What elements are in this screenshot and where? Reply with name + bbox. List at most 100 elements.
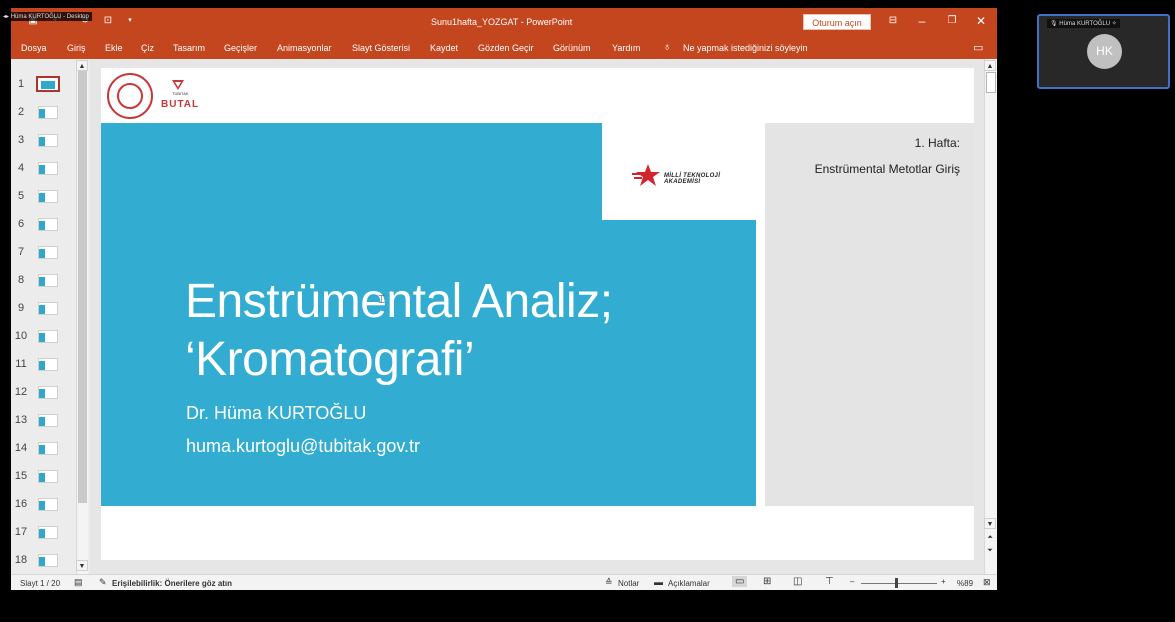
thumbnail-number: 12	[14, 386, 28, 398]
comments-icon[interactable]: ▭	[973, 41, 983, 54]
zoom-slider-track[interactable]	[861, 583, 937, 584]
tab-kaydet[interactable]: Kaydet	[430, 43, 458, 53]
thumbnail-image[interactable]	[38, 442, 58, 455]
thumbnail-item[interactable]: 4	[11, 159, 81, 179]
present-from-start-icon[interactable]: ⊡	[102, 15, 114, 27]
thumbnail-number: 7	[17, 246, 25, 258]
tab-tasarim[interactable]: Tasarım	[173, 43, 205, 53]
slide-email[interactable]: huma.kurtoglu@tubitak.gov.tr	[186, 436, 420, 457]
spell-check-icon[interactable]: ▤	[74, 577, 83, 588]
ribbon-tabs: Dosya Giriş Ekle Çiz Tasarım Geçişler An…	[11, 37, 997, 59]
slide-scroll-down-icon[interactable]: ▼	[984, 518, 996, 529]
thumbnail-image[interactable]	[38, 274, 58, 287]
thumbnail-item[interactable]: 12	[11, 383, 81, 403]
thumbnail-image[interactable]	[38, 190, 58, 203]
tab-giris[interactable]: Giriş	[67, 43, 86, 53]
thumbnail-scrollbar-thumb[interactable]	[78, 71, 87, 503]
thumbnail-item[interactable]: 8	[11, 271, 81, 291]
previous-slide-icon[interactable]: ⏶	[984, 532, 996, 543]
thumbnail-item[interactable]: 15	[11, 467, 81, 487]
thumbnail-item[interactable]: 6	[11, 215, 81, 235]
thumbnail-number: 14	[14, 442, 28, 454]
slide-week-label[interactable]: 1. Hafta:	[915, 136, 960, 150]
zoom-slider-handle[interactable]	[895, 578, 898, 588]
customize-toolbar-icon[interactable]: ▾	[124, 15, 136, 27]
tab-yardim[interactable]: Yardım	[612, 43, 640, 53]
ribbon-display-icon[interactable]: ⊟	[885, 13, 901, 29]
next-slide-icon[interactable]: ⏷	[984, 545, 996, 556]
slide-subtitle[interactable]: Enstrümental Metotlar Giriş	[815, 162, 960, 176]
thumbnail-image[interactable]	[38, 330, 58, 343]
close-icon[interactable]: ✕	[973, 13, 989, 29]
notes-icon: ≙	[605, 577, 613, 587]
scroll-down-icon[interactable]: ▼	[76, 560, 88, 571]
zoom-out-icon[interactable]: –	[850, 577, 854, 586]
slide-author[interactable]: Dr. Hüma KURTOĞLU	[186, 403, 366, 424]
thumbnail-image[interactable]	[38, 246, 58, 259]
zoom-level[interactable]: %89	[957, 579, 973, 588]
scroll-up-icon[interactable]: ▲	[76, 60, 88, 71]
thumbnail-image[interactable]	[38, 358, 58, 371]
thumbnail-item[interactable]: 17	[11, 523, 81, 543]
thumbnail-image[interactable]	[38, 134, 58, 147]
slide-title[interactable]: Enstrümental Analiz; ‘Kromatografi’	[185, 273, 745, 389]
slide-canvas[interactable]: TÜBİTAK BUTAL MİLLİ TEKNOLOJİ AKADEMİSİ …	[101, 68, 974, 560]
tab-gozden-gecir[interactable]: Gözden Geçir	[478, 43, 534, 53]
tab-gecisler[interactable]: Geçişler	[224, 43, 257, 53]
thumbnail-item[interactable]: 18	[11, 551, 81, 571]
restore-icon[interactable]: ❐	[944, 13, 960, 29]
thumbnail-image[interactable]	[38, 218, 58, 231]
slide-counter: Slayt 1 / 20	[20, 579, 61, 588]
thumbnail-item[interactable]: 2	[11, 103, 81, 123]
thumbnail-item[interactable]: 13	[11, 411, 81, 431]
thumbnail-image[interactable]	[38, 414, 58, 427]
thumbnail-item[interactable]: 3	[11, 131, 81, 151]
pin-icon[interactable]: ✧	[1112, 21, 1117, 27]
accessibility-status[interactable]: Erişilebilirlik: Önerilere göz atın	[112, 579, 232, 588]
normal-view-icon[interactable]: ▭	[732, 576, 748, 587]
thumbnail-image[interactable]	[38, 498, 58, 511]
reading-view-icon[interactable]: ◫	[793, 576, 802, 587]
slideshow-icon[interactable]: ⊤	[825, 576, 834, 587]
thumbnail-image[interactable]	[38, 470, 58, 483]
participant-name-badge: 🎙 Hüma KURTOĞLU ✧	[1047, 19, 1120, 28]
thumbnail-image[interactable]	[38, 386, 58, 399]
notes-button[interactable]: Notlar	[618, 579, 639, 588]
tubitak-label: TÜBİTAK	[172, 91, 189, 96]
butal-logo-text: BUTAL	[161, 99, 200, 110]
thumbnail-item[interactable]: 9	[11, 299, 81, 319]
thumbnail-item[interactable]: 10	[11, 327, 81, 347]
participant-video-tile[interactable]: 🎙 Hüma KURTOĞLU ✧ HK	[1037, 14, 1170, 89]
thumbnail-item[interactable]: 14	[11, 439, 81, 459]
slide-title-line1: Enstrümental Analiz;	[185, 275, 613, 328]
tab-gorunum[interactable]: Görünüm	[553, 43, 591, 53]
slide-sorter-icon[interactable]: ⊞	[763, 576, 771, 587]
thumbnail-item[interactable]: 16	[11, 495, 81, 515]
thumbnail-image[interactable]	[38, 554, 58, 567]
thumbnail-image[interactable]	[36, 76, 60, 92]
sign-in-button[interactable]: Oturum açın	[803, 14, 871, 30]
thumbnail-image[interactable]	[38, 526, 58, 539]
minimize-icon[interactable]: –	[914, 13, 930, 29]
tab-dosya[interactable]: Dosya	[21, 43, 47, 53]
slide-scroll-up-icon[interactable]: ▲	[984, 60, 996, 71]
tab-animasyonlar[interactable]: Animasyonlar	[277, 43, 332, 53]
thumbnail-item[interactable]: 11	[11, 355, 81, 375]
thumbnail-item[interactable]: 7	[11, 243, 81, 263]
tell-me-search[interactable]: Ne yapmak istediğinizi söyleyin	[683, 43, 808, 53]
slide-scrollbar[interactable]	[984, 59, 997, 574]
thumbnail-item[interactable]: 5	[11, 187, 81, 207]
tab-ekle[interactable]: Ekle	[105, 43, 123, 53]
thumbnail-number: 2	[17, 106, 25, 118]
tab-ciz[interactable]: Çiz	[141, 43, 154, 53]
thumbnail-image[interactable]	[38, 302, 58, 315]
thumbnail-item[interactable]: 1	[11, 75, 81, 95]
zoom-in-icon[interactable]: +	[941, 577, 946, 586]
thumbnail-image[interactable]	[38, 162, 58, 175]
thumbnail-image[interactable]	[38, 106, 58, 119]
slide-scrollbar-thumb[interactable]	[986, 72, 996, 93]
thumbnail-number: 6	[17, 218, 25, 230]
tab-slayt-gosterisi[interactable]: Slayt Gösterisi	[352, 43, 410, 53]
fit-to-window-icon[interactable]: ⊠	[983, 577, 991, 588]
comments-button[interactable]: Açıklamalar	[668, 579, 710, 588]
